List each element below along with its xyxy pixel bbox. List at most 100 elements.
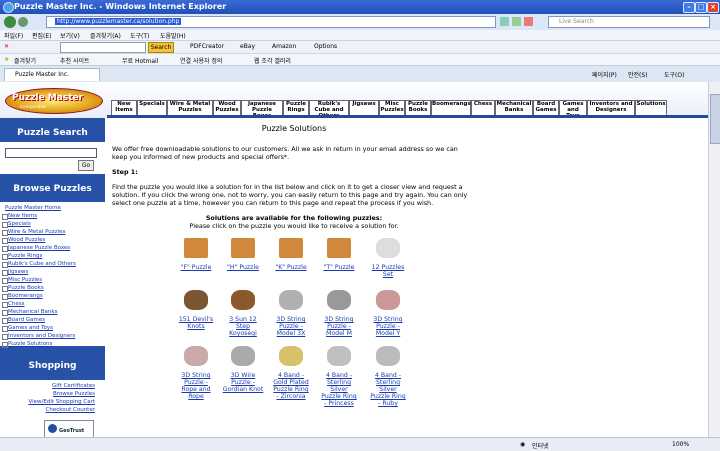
nav-tab-8[interactable]: Misc Puzzles [379, 100, 405, 116]
product-thumbnail[interactable] [231, 238, 255, 258]
fav-web-slice[interactable]: 웹 조각 갤러리 [254, 56, 291, 65]
minimize-icon[interactable]: – [683, 2, 695, 13]
product-thumbnail[interactable] [376, 238, 400, 258]
product-link[interactable]: 4 Band - Sterling Silver Puzzle Ring - Ruby [364, 372, 412, 407]
puzzle-master-logo[interactable]: Puzzle Master incorporated [5, 88, 103, 114]
shopping-link[interactable]: Browse Puzzles [53, 391, 95, 397]
nav-tab-10[interactable]: Boomerangs [431, 100, 471, 116]
toolbar-ebay[interactable]: eBay [240, 43, 255, 50]
yahoo-search-button[interactable]: Search [148, 42, 174, 53]
toolbar-pdfcreator[interactable]: PDFCreator [190, 43, 224, 50]
cmd-tools[interactable]: 도구(O) [664, 70, 684, 79]
product-thumbnail[interactable] [327, 238, 351, 258]
refresh-icon[interactable] [500, 17, 509, 26]
tab-puzzle-master[interactable]: Puzzle Master Inc. [4, 68, 100, 81]
yahoo-search-input[interactable] [60, 42, 146, 53]
category-item[interactable]: Wire & Metal Puzzles [2, 229, 65, 236]
nav-tab-12[interactable]: Mechanical Banks [495, 100, 533, 116]
category-item[interactable]: Puzzle Solutions [2, 341, 52, 348]
category-item[interactable]: Rubik's Cube and Others [2, 261, 76, 268]
product-link[interactable]: "H" Puzzle [219, 264, 267, 271]
nav-tab-9[interactable]: Puzzle Books [405, 100, 431, 116]
nav-tab-11[interactable]: Chess [471, 100, 495, 116]
maximize-icon[interactable]: □ [695, 2, 707, 13]
product-link[interactable]: 3D String Puzzle - Rope and Rope [172, 372, 220, 400]
product-thumbnail[interactable] [327, 290, 351, 310]
product-link[interactable]: "K" Puzzle [267, 264, 315, 271]
category-item[interactable]: Wood Puzzles [2, 237, 45, 244]
category-item[interactable]: Puzzle Books [2, 285, 44, 292]
product-link[interactable]: 3D String Puzzle - Model 3X [267, 316, 315, 337]
category-item[interactable]: Mechanical Banks [2, 309, 57, 316]
product-thumbnail[interactable] [184, 290, 208, 310]
nav-tab-3[interactable]: Wood Puzzles [213, 100, 241, 116]
nav-tab-7[interactable]: Jigsaws [349, 100, 379, 116]
category-item[interactable]: New Items [2, 213, 37, 220]
live-search-input[interactable]: Live Search [548, 16, 710, 28]
menu-favorites[interactable]: 즐겨찾기(A) [90, 31, 121, 40]
shopping-link[interactable]: Gift Certificates [52, 383, 95, 389]
category-item[interactable]: Inventors and Designers [2, 333, 75, 340]
cmd-safety[interactable]: 안전(S) [628, 70, 648, 79]
category-item[interactable]: Misc Puzzles [2, 277, 42, 284]
category-home[interactable]: Puzzle Master Home [5, 205, 61, 211]
cmd-page[interactable]: 페이지(P) [592, 70, 617, 79]
shopping-link[interactable]: Checkout Counter [46, 407, 95, 413]
category-item[interactable]: Board Games [2, 317, 45, 324]
category-item[interactable]: Puzzle Rings [2, 253, 42, 260]
product-link[interactable]: 4 Band - Gold Plated Puzzle Ring - Zirconia [267, 372, 315, 400]
nav-tab-16[interactable]: Solutions [635, 100, 667, 116]
category-item[interactable]: Games and Toys [2, 325, 53, 332]
nav-tab-0[interactable]: New Items [111, 100, 137, 116]
fav-recommended[interactable]: 추천 사이트 [60, 56, 90, 65]
toolbar-options[interactable]: Options [314, 43, 337, 50]
nav-tab-5[interactable]: Puzzle Rings [283, 100, 309, 116]
category-item[interactable]: Jigsaws [2, 269, 28, 276]
nav-tab-1[interactable]: Specials [137, 100, 167, 116]
nav-tab-6[interactable]: Rubik's Cube and Others [309, 100, 349, 119]
product-link[interactable]: 12 Puzzles Set [364, 264, 412, 278]
menu-tools[interactable]: 도구(T) [130, 31, 149, 40]
menu-file[interactable]: 파일(F) [4, 31, 23, 40]
category-item[interactable]: Japanese Puzzle Boxes [2, 245, 70, 252]
product-link[interactable]: 3 Sun 12 Step Koyosegi [219, 316, 267, 337]
close-icon[interactable]: × [707, 2, 719, 13]
product-thumbnail[interactable] [184, 238, 208, 258]
fav-customize-links[interactable]: 연결 사용자 정의 [180, 56, 222, 65]
zoom-level[interactable]: 100% [672, 441, 689, 448]
menu-edit[interactable]: 편집(E) [32, 31, 52, 40]
category-item[interactable]: Boomerangs [2, 293, 43, 300]
product-thumbnail[interactable] [279, 238, 303, 258]
stop-icon[interactable] [524, 17, 533, 26]
toolbar-amazon[interactable]: Amazon [272, 43, 296, 50]
favorites-button[interactable]: 즐겨찾기 [14, 56, 36, 65]
fav-hotmail[interactable]: 무료 Hotmail [122, 56, 158, 65]
menu-view[interactable]: 보기(V) [60, 31, 80, 40]
forward-button[interactable] [18, 17, 28, 27]
go-icon[interactable] [512, 17, 521, 26]
scrollbar-thumb[interactable] [710, 94, 720, 144]
nav-tab-14[interactable]: Games and Toys [559, 100, 587, 119]
product-link[interactable]: 3D String Puzzle - Model Y [364, 316, 412, 337]
product-thumbnail[interactable] [184, 346, 208, 366]
nav-tab-15[interactable]: Inventors and Designers [587, 100, 635, 116]
address-field[interactable]: http://www.puzzlemaster.ca/solution.php [46, 16, 496, 28]
product-thumbnail[interactable] [231, 346, 255, 366]
vertical-scrollbar[interactable] [708, 82, 720, 437]
product-link[interactable]: "F" Puzzle [172, 264, 220, 271]
category-item[interactable]: Chess [2, 301, 24, 308]
product-thumbnail[interactable] [279, 346, 303, 366]
product-thumbnail[interactable] [327, 346, 351, 366]
product-thumbnail[interactable] [376, 346, 400, 366]
geotrust-badge[interactable]: GeoTrust [44, 420, 94, 437]
shopping-link[interactable]: View/Edit Shopping Cart [28, 399, 95, 405]
nav-tab-4[interactable]: Japanese Puzzle Boxes [241, 100, 283, 119]
product-link[interactable]: 3D String Puzzle - Model M [315, 316, 363, 337]
puzzle-search-input[interactable] [5, 148, 97, 158]
category-item[interactable]: Specials [2, 221, 31, 228]
product-thumbnail[interactable] [279, 290, 303, 310]
nav-tab-13[interactable]: Board Games [533, 100, 559, 116]
product-thumbnail[interactable] [231, 290, 255, 310]
close-toolbar-icon[interactable]: ✕ [4, 43, 9, 50]
menu-help[interactable]: 도움말(H) [160, 31, 186, 40]
